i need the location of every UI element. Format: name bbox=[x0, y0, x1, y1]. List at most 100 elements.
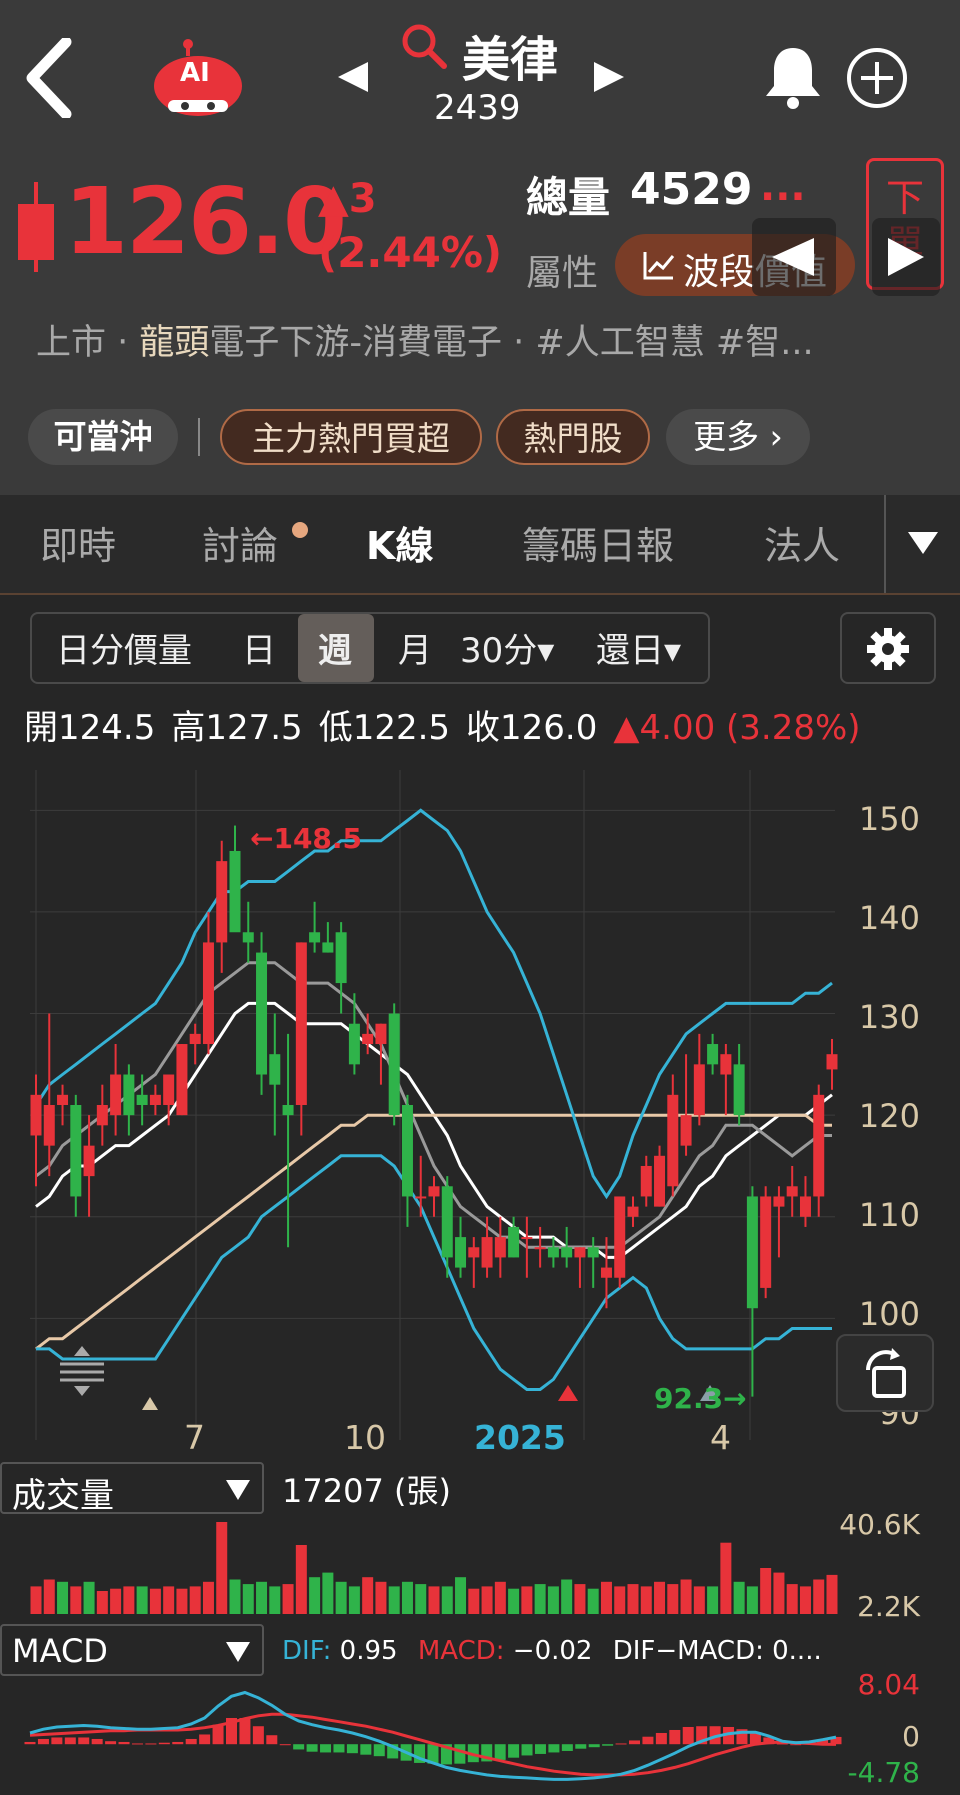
macd-histogram-bar bbox=[360, 1744, 372, 1755]
macd-label: MACD: bbox=[417, 1636, 505, 1666]
candle-body bbox=[110, 1074, 122, 1116]
candle-body bbox=[149, 1094, 161, 1105]
tab-discussion[interactable]: 討論 bbox=[202, 515, 278, 570]
tab-more-button[interactable] bbox=[906, 530, 940, 560]
candle-body bbox=[123, 1074, 135, 1116]
resize-handle-icon[interactable] bbox=[56, 1344, 108, 1402]
tag-hot-stock[interactable]: 熱門股 bbox=[496, 409, 650, 465]
candle-body bbox=[574, 1247, 586, 1258]
tag-more-button[interactable]: 更多 › bbox=[666, 409, 810, 465]
tag-day-trade[interactable]: 可當沖 bbox=[28, 409, 178, 465]
candle-body bbox=[733, 1064, 745, 1116]
macd-indicator-select[interactable]: MACD bbox=[0, 1624, 264, 1676]
next-stock-button[interactable] bbox=[592, 60, 626, 98]
kline-chart[interactable] bbox=[0, 760, 960, 1460]
last-price: 126.0 bbox=[64, 168, 347, 275]
volume-bar bbox=[309, 1577, 321, 1614]
volume-bar bbox=[720, 1542, 732, 1614]
volume-bar bbox=[123, 1586, 135, 1614]
prev-stock-button[interactable] bbox=[336, 60, 370, 98]
volume-indicator-label: 成交量 bbox=[12, 1476, 114, 1516]
volume-bar bbox=[600, 1581, 612, 1614]
leader-tag[interactable]: 龍頭 bbox=[139, 323, 209, 363]
volume-bar bbox=[282, 1584, 294, 1614]
period-month[interactable]: 月 bbox=[398, 623, 432, 672]
tab-kline[interactable]: K線 bbox=[366, 515, 433, 570]
macd-histogram-bar bbox=[212, 1724, 224, 1745]
rotate-screen-button[interactable] bbox=[836, 1334, 934, 1412]
add-watchlist-button[interactable] bbox=[845, 46, 909, 114]
header-scroll-right-button[interactable] bbox=[872, 218, 940, 296]
macd-zero-tick: 0 bbox=[902, 1720, 920, 1753]
tab-institutional[interactable]: 法人 bbox=[764, 515, 840, 570]
tab-divider bbox=[884, 495, 886, 593]
high-marker: ←148.5 bbox=[250, 822, 363, 855]
volume-bar bbox=[468, 1588, 480, 1614]
x-tick-apr: 4 bbox=[710, 1418, 731, 1457]
tab-chip-report[interactable]: 籌碼日報 bbox=[522, 515, 674, 570]
candle-body bbox=[481, 1237, 493, 1268]
candle-body bbox=[547, 1247, 559, 1258]
candle-body bbox=[494, 1237, 506, 1258]
volume-bar bbox=[295, 1545, 307, 1614]
period-intraday[interactable]: 日分價量 bbox=[56, 623, 192, 672]
triangle-down-icon bbox=[226, 1480, 250, 1500]
macd-chart[interactable] bbox=[0, 1676, 960, 1795]
industry-line: 上市 ‧ 龍頭電子下游-消費電子 ‧ #人工智慧 #智... bbox=[36, 314, 814, 365]
candle-body bbox=[83, 1145, 95, 1177]
volume-bar bbox=[242, 1584, 254, 1614]
macd-histogram-bar bbox=[655, 1732, 667, 1745]
industry-tags[interactable]: 電子下游-消費電子 ‧ #人工智慧 #智... bbox=[209, 323, 813, 363]
volume-bar bbox=[83, 1581, 95, 1614]
candle-body bbox=[242, 932, 254, 943]
candle-body bbox=[136, 1094, 148, 1105]
volume-bar bbox=[335, 1581, 347, 1614]
candle-body bbox=[600, 1267, 612, 1278]
candle-body bbox=[335, 932, 347, 984]
macd-histogram-bar bbox=[521, 1744, 533, 1756]
dif-macd-value: DIF−MACD: 0.... bbox=[612, 1636, 822, 1666]
triangle-right-icon bbox=[594, 62, 624, 92]
volume-label: 總量 bbox=[526, 173, 611, 222]
back-button[interactable] bbox=[22, 36, 82, 120]
price-change: ▲3 bbox=[318, 176, 377, 222]
macd-histogram-bar bbox=[333, 1744, 345, 1753]
macd-histogram-bar bbox=[24, 1741, 36, 1745]
ai-robot-button[interactable]: AI bbox=[150, 36, 246, 116]
volume-bar bbox=[574, 1584, 586, 1614]
volume-more[interactable]: ... bbox=[760, 164, 806, 210]
volume-bar bbox=[375, 1581, 387, 1614]
volume-bar bbox=[455, 1577, 467, 1614]
volume-panel-value: 17207 (張) bbox=[282, 1472, 451, 1510]
macd-histogram-bar bbox=[199, 1734, 211, 1745]
period-day[interactable]: 日 bbox=[242, 623, 276, 672]
volume-bar bbox=[534, 1584, 546, 1614]
volume-bar bbox=[508, 1588, 520, 1614]
period-adjust[interactable]: 還日▾ bbox=[596, 623, 681, 672]
tab-realtime[interactable]: 即時 bbox=[40, 515, 116, 570]
volume-bar bbox=[587, 1588, 599, 1614]
header-scroll-left-button[interactable] bbox=[752, 218, 836, 296]
candle-body bbox=[362, 1033, 374, 1045]
macd-histogram-bar bbox=[346, 1744, 358, 1754]
macd-histogram-bar bbox=[548, 1744, 560, 1753]
volume-indicator-select[interactable]: 成交量 bbox=[0, 1462, 264, 1516]
chart-settings-button[interactable] bbox=[840, 612, 936, 684]
price-candle-icon bbox=[16, 182, 56, 276]
volume-bar bbox=[760, 1568, 772, 1614]
volume-bar bbox=[70, 1586, 82, 1614]
volume-bar bbox=[428, 1586, 440, 1614]
tag-main-force-buy[interactable]: 主力熱門買超 bbox=[220, 409, 482, 465]
volume-chart[interactable] bbox=[0, 1514, 960, 1624]
stock-search-button[interactable] bbox=[400, 22, 448, 74]
y-tick-110: 110 bbox=[858, 1196, 920, 1234]
period-week[interactable]: 週 bbox=[318, 623, 352, 672]
search-icon bbox=[402, 24, 447, 69]
candle-body bbox=[189, 1033, 201, 1045]
macd-histogram-bar bbox=[615, 1743, 627, 1745]
volume-bar bbox=[680, 1579, 692, 1614]
stock-name: 美律 bbox=[462, 32, 559, 88]
alert-button[interactable] bbox=[762, 44, 824, 114]
candle-body bbox=[388, 1013, 400, 1116]
period-30min[interactable]: 30分▾ bbox=[460, 623, 554, 672]
